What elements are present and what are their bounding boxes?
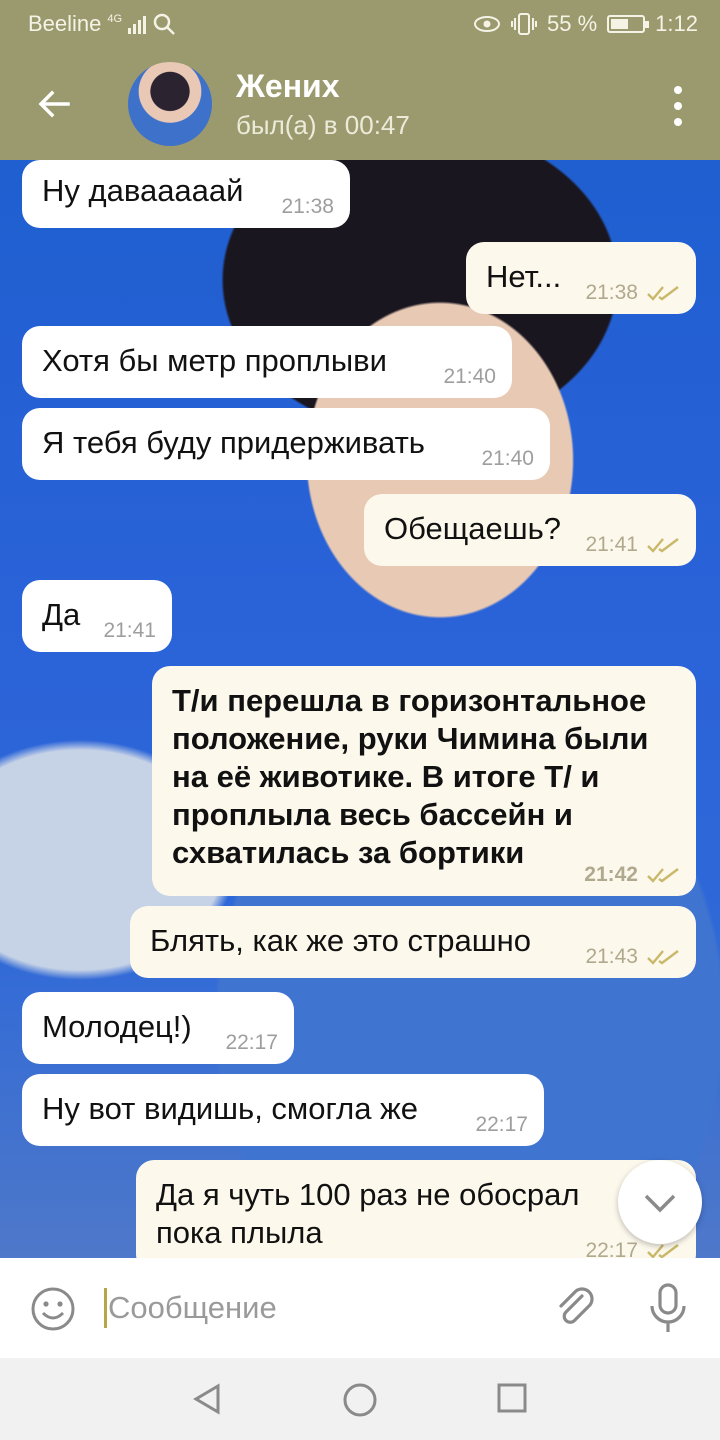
- message-bubble[interactable]: Да я чуть 100 раз не обосрал пока плыла …: [136, 1160, 696, 1258]
- double-check-icon: [647, 868, 679, 883]
- message-time: 21:42: [584, 863, 638, 886]
- battery-icon: [607, 15, 650, 33]
- status-bar: Beeline 4G 55 % 1:12: [0, 0, 720, 48]
- message-bubble[interactable]: Блять, как же это страшно 21:43: [130, 906, 696, 978]
- double-check-icon: [647, 950, 679, 965]
- mic-icon[interactable]: [646, 1282, 690, 1334]
- message-bubble[interactable]: Ну даваааaай 21:38: [22, 160, 350, 228]
- message-time: 21:38: [585, 281, 638, 304]
- more-vert-icon[interactable]: [672, 86, 684, 126]
- message-text: Да я чуть 100 раз не обосрал пока плыла: [156, 1177, 580, 1250]
- text-cursor: [104, 1288, 107, 1328]
- network-type: 4G: [107, 13, 123, 25]
- message-bubble[interactable]: Да 21:41: [22, 580, 172, 652]
- composer: [0, 1258, 720, 1358]
- message-text: Я тебя буду придерживать: [42, 425, 425, 460]
- chat-area[interactable]: Ну даваааaай 21:38 Нет... 21:38 Хотя бы …: [0, 160, 720, 1258]
- chevron-down-icon: [644, 1194, 676, 1213]
- message-bubble[interactable]: Молодец!) 22:17: [22, 992, 294, 1064]
- message-text: Т/и перешла в горизонтальное положение, …: [172, 683, 649, 870]
- chat-header: Жених был(а) в 00:47: [0, 48, 720, 160]
- message-input[interactable]: [108, 1280, 528, 1336]
- message-bubble[interactable]: Хотя бы метр проплыви 21:40: [22, 326, 512, 398]
- carrier-name: Beeline: [28, 11, 102, 36]
- message-bubble[interactable]: Ну вот видишь, смогла же 22:17: [22, 1074, 544, 1146]
- clock: 1:12: [655, 11, 698, 36]
- back-arrow-icon[interactable]: [28, 78, 80, 130]
- nav-home-icon[interactable]: [342, 1382, 378, 1418]
- message-bubble[interactable]: Я тебя буду придерживать 21:40: [22, 408, 550, 480]
- scroll-down-button[interactable]: [618, 1160, 702, 1244]
- message-time: 21:40: [481, 447, 534, 470]
- eye-icon: [474, 16, 501, 32]
- attach-icon[interactable]: [552, 1284, 600, 1332]
- contact-name[interactable]: Жених: [236, 68, 340, 105]
- message-bubble[interactable]: Нет... 21:38: [466, 242, 696, 314]
- double-check-icon: [647, 286, 679, 301]
- message-time: 21:40: [443, 365, 496, 388]
- double-check-icon: [647, 538, 679, 553]
- signal-icon: [128, 14, 147, 34]
- nav-back-icon[interactable]: [190, 1382, 224, 1416]
- last-seen-status: был(а) в 00:47: [236, 110, 410, 140]
- emoji-icon[interactable]: [30, 1286, 76, 1332]
- message-bubble[interactable]: Т/и перешла в горизонтальное положение, …: [152, 666, 696, 896]
- message-time: 21:38: [281, 195, 334, 218]
- system-nav-bar: [0, 1358, 720, 1440]
- message-bubble[interactable]: Обещаешь? 21:41: [364, 494, 696, 566]
- search-icon: [153, 13, 175, 35]
- message-time: 21:43: [585, 945, 638, 968]
- message-time: 22:17: [475, 1113, 528, 1136]
- nav-recents-icon[interactable]: [496, 1382, 528, 1414]
- message-text: Хотя бы метр проплыви: [42, 343, 387, 378]
- vibrate-icon: [511, 13, 538, 35]
- avatar[interactable]: [128, 62, 212, 146]
- battery-level-fill: [611, 19, 629, 29]
- message-text: Ну вот видишь, смогла же: [42, 1091, 419, 1126]
- message-time: 22:17: [225, 1031, 278, 1054]
- message-time: 21:41: [585, 533, 638, 556]
- double-check-icon: [647, 1244, 679, 1258]
- battery-percent: 55 %: [547, 11, 598, 36]
- message-time: 21:41: [103, 619, 156, 642]
